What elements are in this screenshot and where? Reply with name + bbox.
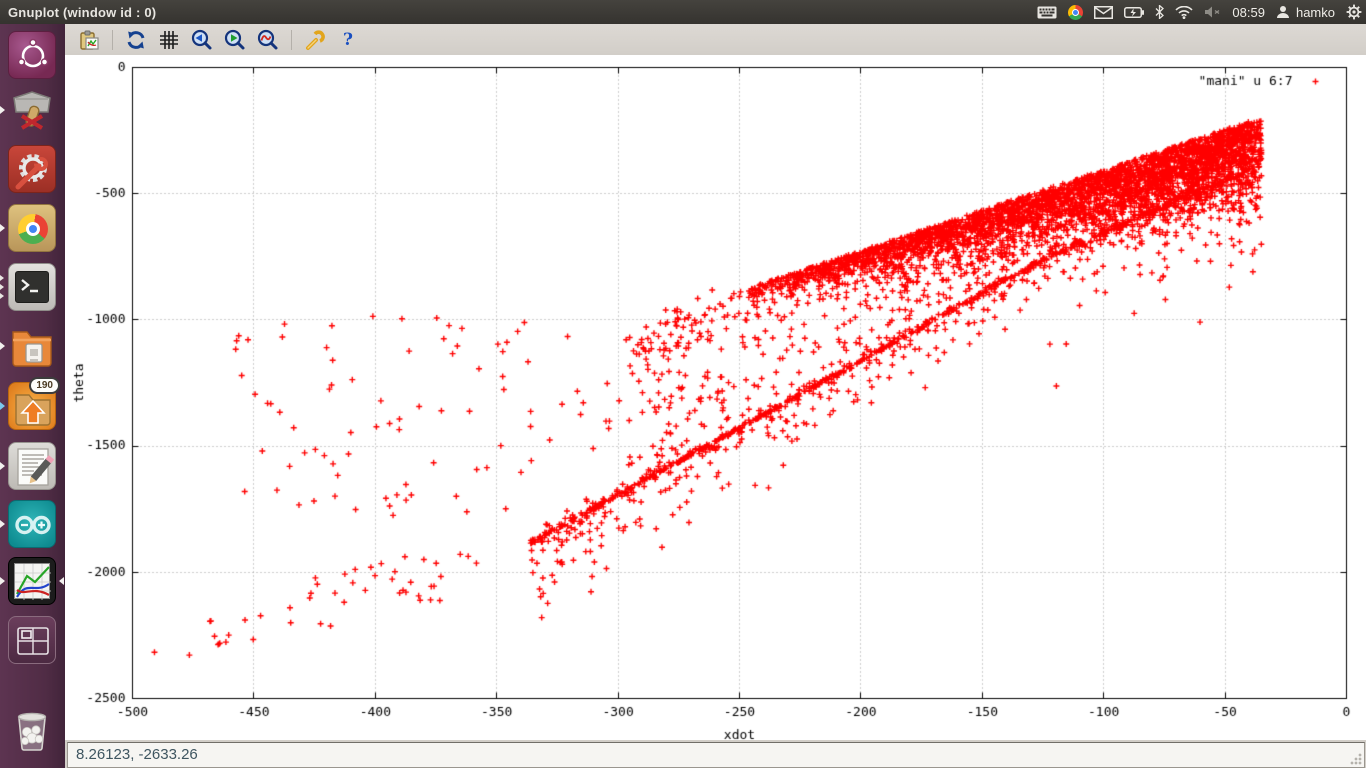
gnuplot-plot-icon bbox=[8, 557, 56, 605]
plot-area bbox=[65, 55, 1366, 740]
battery-icon[interactable] bbox=[1124, 7, 1144, 18]
zoom-previous-button[interactable] bbox=[190, 28, 214, 52]
autoscale-button[interactable] bbox=[256, 28, 280, 52]
unity-launcher: 190 bbox=[0, 24, 65, 768]
coordinate-readout-box: 8.26123, -2633.26 bbox=[67, 742, 1365, 768]
running-arrow-icon bbox=[0, 224, 5, 232]
gnuplot-statusbar: 8.26123, -2633.26 bbox=[65, 740, 1366, 768]
text-editor-icon bbox=[8, 442, 56, 490]
volume-muted-icon[interactable] bbox=[1204, 6, 1221, 18]
system-tray: 08:59 hamko bbox=[1037, 0, 1362, 24]
help-question-glyph: ? bbox=[343, 30, 353, 50]
launcher-item-dash-home[interactable] bbox=[8, 31, 56, 79]
workspace-grid-icon bbox=[8, 616, 56, 664]
replot-button[interactable] bbox=[124, 28, 148, 52]
chrome-logo-icon bbox=[8, 204, 56, 252]
toolbar-separator bbox=[291, 30, 292, 50]
running-arrow-icon bbox=[0, 577, 5, 585]
keyboard-icon[interactable] bbox=[1037, 6, 1057, 19]
coordinate-readout: 8.26123, -2633.26 bbox=[76, 746, 198, 763]
user-icon[interactable] bbox=[1276, 5, 1290, 19]
launcher-item-trash[interactable] bbox=[8, 706, 56, 754]
launcher-item-text-editor[interactable] bbox=[8, 442, 56, 490]
folder-icon bbox=[8, 322, 56, 370]
focused-arrow-icon bbox=[59, 577, 64, 585]
arduino-logo-icon bbox=[8, 500, 56, 548]
copy-to-clipboard-button[interactable] bbox=[77, 28, 101, 52]
terminal-icon bbox=[8, 263, 56, 311]
gnuplot-toolbar: ? bbox=[65, 24, 1366, 55]
plot-canvas[interactable] bbox=[65, 55, 1366, 740]
upload-count-badge: 190 bbox=[29, 377, 60, 394]
running-arrow-icon bbox=[0, 462, 5, 470]
running-arrow-icon bbox=[0, 402, 5, 410]
zoom-next-button[interactable] bbox=[223, 28, 247, 52]
username[interactable]: hamko bbox=[1296, 5, 1335, 20]
chrome-icon[interactable] bbox=[1068, 5, 1083, 20]
wifi-icon[interactable] bbox=[1175, 6, 1193, 19]
settings-wrench-button[interactable] bbox=[303, 28, 327, 52]
clock[interactable]: 08:59 bbox=[1232, 5, 1265, 20]
launcher-item-arduino[interactable] bbox=[8, 500, 56, 548]
bluetooth-icon[interactable] bbox=[1155, 5, 1164, 19]
launcher-item-chrome[interactable] bbox=[8, 204, 56, 252]
launcher-item-file-manager[interactable] bbox=[8, 322, 56, 370]
launcher-item-system-settings[interactable] bbox=[8, 145, 56, 193]
launcher-item-gnuplot[interactable] bbox=[8, 557, 56, 605]
multi-window-pips-icon bbox=[0, 275, 4, 299]
archive-app-icon bbox=[8, 86, 56, 134]
trash-icon bbox=[8, 706, 56, 754]
settings-gear-icon bbox=[8, 145, 56, 193]
running-arrow-icon bbox=[0, 106, 5, 114]
session-gear-icon[interactable] bbox=[1346, 4, 1362, 20]
launcher-item-upload-folder[interactable]: 190 bbox=[8, 382, 56, 430]
launcher-item-workspace-switcher[interactable] bbox=[8, 616, 56, 664]
running-arrow-icon bbox=[0, 342, 5, 350]
mail-icon[interactable] bbox=[1094, 6, 1113, 19]
window-title: Gnuplot (window id : 0) bbox=[0, 5, 156, 20]
running-arrow-icon bbox=[0, 520, 5, 528]
help-button[interactable]: ? bbox=[336, 28, 360, 52]
toggle-grid-button[interactable] bbox=[157, 28, 181, 52]
resize-grip[interactable] bbox=[1349, 752, 1362, 765]
ubuntu-logo-icon bbox=[8, 31, 56, 79]
top-panel: Gnuplot (window id : 0) 08:59 hamko bbox=[0, 0, 1366, 24]
launcher-item-terminal[interactable] bbox=[8, 263, 56, 311]
toolbar-separator bbox=[112, 30, 113, 50]
launcher-item-archive-app[interactable] bbox=[8, 86, 56, 134]
